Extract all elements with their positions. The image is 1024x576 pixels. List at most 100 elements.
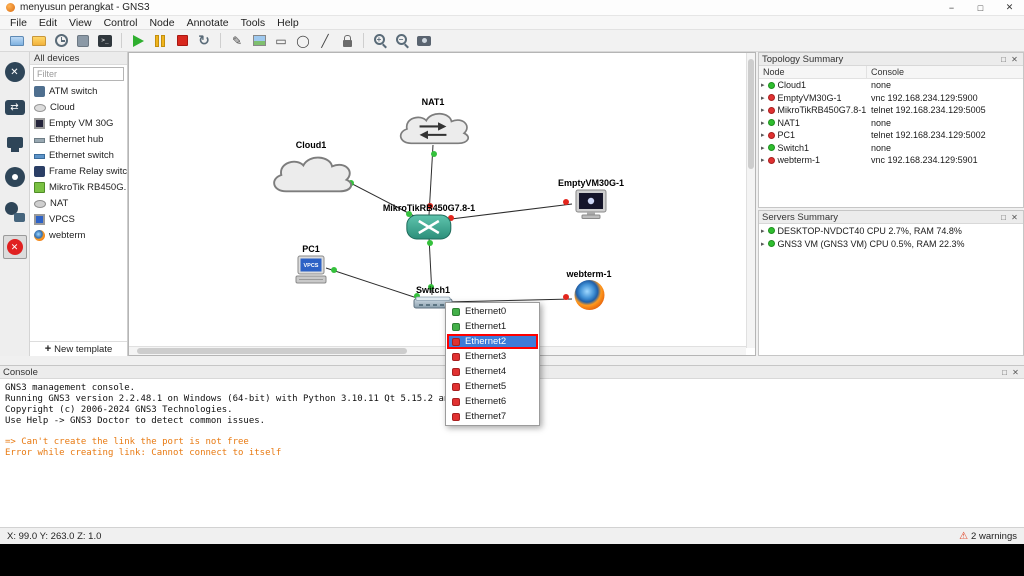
zoom-in-icon[interactable]: + [371, 32, 389, 50]
float-panel-icon[interactable]: □ [999, 368, 1010, 377]
menu-view[interactable]: View [63, 17, 98, 29]
end-devices-button[interactable] [3, 130, 27, 154]
cloud-icon [34, 104, 46, 112]
topology-row-pc1[interactable]: ▸PC1 telnet 192.168.234.129:5002 [759, 129, 1023, 142]
lock-icon[interactable] [338, 32, 356, 50]
line-icon[interactable]: ╱ [316, 32, 334, 50]
server-row-desktop[interactable]: ▸ DESKTOP-NVDCT40 CPU 2.7%, RAM 74.8% [759, 224, 1023, 237]
new-template-button[interactable]: + New template [30, 341, 127, 356]
routers-button[interactable]: ✕ [3, 60, 27, 84]
ellipse-icon[interactable]: ◯ [294, 32, 312, 50]
device-panel-title: All devices [30, 52, 127, 65]
expand-arrow-icon[interactable]: ▸ [761, 227, 765, 235]
device-item-empty-vm[interactable]: Empty VM 30G [30, 115, 127, 131]
vm-icon [34, 118, 45, 129]
device-item-frame-relay-switch[interactable]: Frame Relay switch [30, 163, 127, 179]
warnings-indicator[interactable]: ⚠ 2 warnings [959, 531, 1017, 542]
menu-item-ethernet1[interactable]: Ethernet1 [447, 319, 538, 334]
node-mikrotik[interactable]: MikroTikRB450G7.8-1 [383, 203, 475, 245]
new-project-icon[interactable] [8, 32, 26, 50]
menu-item-ethernet7[interactable]: Ethernet7 [447, 409, 538, 424]
start-icon[interactable] [129, 32, 147, 50]
device-item-nat[interactable]: NAT [30, 195, 127, 211]
rectangle-icon[interactable]: ▭ [272, 32, 290, 50]
close-panel-icon[interactable]: ✕ [1009, 213, 1020, 222]
switches-button[interactable]: ⇄ [3, 95, 27, 119]
node-emptyvm[interactable]: EmptyVM30G-1 [558, 178, 624, 226]
stop-icon[interactable] [173, 32, 191, 50]
topology-row-emptyvm[interactable]: ▸EmptyVM30G-1 vnc 192.168.234.129:5900 [759, 92, 1023, 105]
add-link-button[interactable]: ✕ [3, 235, 27, 259]
device-item-ethernet-hub[interactable]: Ethernet hub [30, 131, 127, 147]
menu-node[interactable]: Node [143, 17, 180, 29]
toolbar-separator [220, 33, 221, 48]
expand-arrow-icon[interactable]: ▸ [761, 81, 765, 89]
device-item-vpcs[interactable]: VPCS [30, 211, 127, 227]
topology-row-webterm[interactable]: ▸webterm-1 vnc 192.168.234.129:5901 [759, 154, 1023, 167]
expand-arrow-icon[interactable]: ▸ [761, 156, 765, 164]
node-pc1[interactable]: PC1 VPCS [294, 244, 328, 290]
expand-arrow-icon[interactable]: ▸ [761, 94, 765, 102]
menu-tools[interactable]: Tools [235, 17, 272, 29]
menu-item-ethernet5[interactable]: Ethernet5 [447, 379, 538, 394]
statusbar: X: 99.0 Y: 263.0 Z: 1.0 ⚠ 2 warnings [0, 527, 1024, 544]
reload-icon[interactable]: ↻ [195, 32, 213, 50]
all-devices-button[interactable] [3, 200, 27, 224]
vpcs-icon: VPCS [294, 255, 328, 285]
close-panel-icon[interactable]: ✕ [1010, 368, 1021, 377]
menu-edit[interactable]: Edit [33, 17, 63, 29]
insert-image-icon[interactable] [250, 32, 268, 50]
device-item-cloud[interactable]: Cloud [30, 99, 127, 115]
device-item-atm-switch[interactable]: ATM switch [30, 83, 127, 99]
topology-row-nat1[interactable]: ▸NAT1 none [759, 117, 1023, 130]
menu-control[interactable]: Control [98, 17, 144, 29]
canvas-horizontal-scrollbar[interactable] [129, 346, 746, 355]
expand-arrow-icon[interactable]: ▸ [761, 240, 765, 248]
close-button[interactable]: ✕ [995, 0, 1024, 15]
suspend-icon[interactable] [151, 32, 169, 50]
device-item-ethernet-switch[interactable]: Ethernet switch [30, 147, 127, 163]
maximize-button[interactable]: □ [966, 0, 995, 15]
expand-arrow-icon[interactable]: ▸ [761, 106, 765, 114]
toolbar-separator [363, 33, 364, 48]
float-panel-icon[interactable]: □ [998, 213, 1009, 222]
console-connect-icon[interactable]: >_ [96, 32, 114, 50]
security-devices-button[interactable] [3, 165, 27, 189]
mikrotik-icon [34, 182, 45, 193]
status-led [768, 82, 775, 89]
device-item-webterm[interactable]: webterm [30, 227, 127, 243]
status-led [768, 227, 775, 234]
status-led [768, 132, 775, 139]
open-project-icon[interactable] [30, 32, 48, 50]
device-item-mikrotik[interactable]: MikroTik RB450G... [30, 179, 127, 195]
menu-annotate[interactable]: Annotate [181, 17, 235, 29]
topology-row-mikrotik[interactable]: ▸MikroTikRB450G7.8-1 telnet 192.168.234.… [759, 104, 1023, 117]
screenshot-icon[interactable] [415, 32, 433, 50]
topology-row-cloud1[interactable]: ▸Cloud1 none [759, 79, 1023, 92]
expand-arrow-icon[interactable]: ▸ [761, 131, 765, 139]
zoom-out-icon[interactable]: − [393, 32, 411, 50]
node-webterm[interactable]: webterm-1 [566, 269, 611, 310]
menu-item-ethernet6[interactable]: Ethernet6 [447, 394, 538, 409]
expand-arrow-icon[interactable]: ▸ [761, 119, 765, 127]
expand-arrow-icon[interactable]: ▸ [761, 144, 765, 152]
filter-input[interactable] [33, 67, 124, 81]
menu-item-ethernet3[interactable]: Ethernet3 [447, 349, 538, 364]
note-icon[interactable]: ✎ [228, 32, 246, 50]
topology-row-switch1[interactable]: ▸Switch1 none [759, 142, 1023, 155]
topology-canvas[interactable]: NAT1 Cloud1 MikroTikRB450G7.8-1 [128, 52, 756, 356]
server-row-gns3vm[interactable]: ▸ GNS3 VM (GNS3 VM) CPU 0.5%, RAM 22.3% [759, 237, 1023, 250]
menu-item-ethernet0[interactable]: Ethernet0 [447, 304, 538, 319]
menu-file[interactable]: File [4, 17, 33, 29]
close-panel-icon[interactable]: ✕ [1009, 55, 1020, 64]
interface-labels-icon[interactable] [74, 32, 92, 50]
canvas-vertical-scrollbar[interactable] [746, 53, 755, 348]
snapshot-icon[interactable] [52, 32, 70, 50]
menu-item-ethernet4[interactable]: Ethernet4 [447, 364, 538, 379]
node-nat1[interactable]: NAT1 [391, 97, 475, 155]
float-panel-icon[interactable]: □ [998, 55, 1009, 64]
menu-help[interactable]: Help [271, 17, 305, 29]
minimize-button[interactable]: − [937, 0, 966, 15]
node-cloud1[interactable]: Cloud1 [265, 140, 357, 204]
menu-item-ethernet2[interactable]: Ethernet2 [447, 334, 538, 349]
